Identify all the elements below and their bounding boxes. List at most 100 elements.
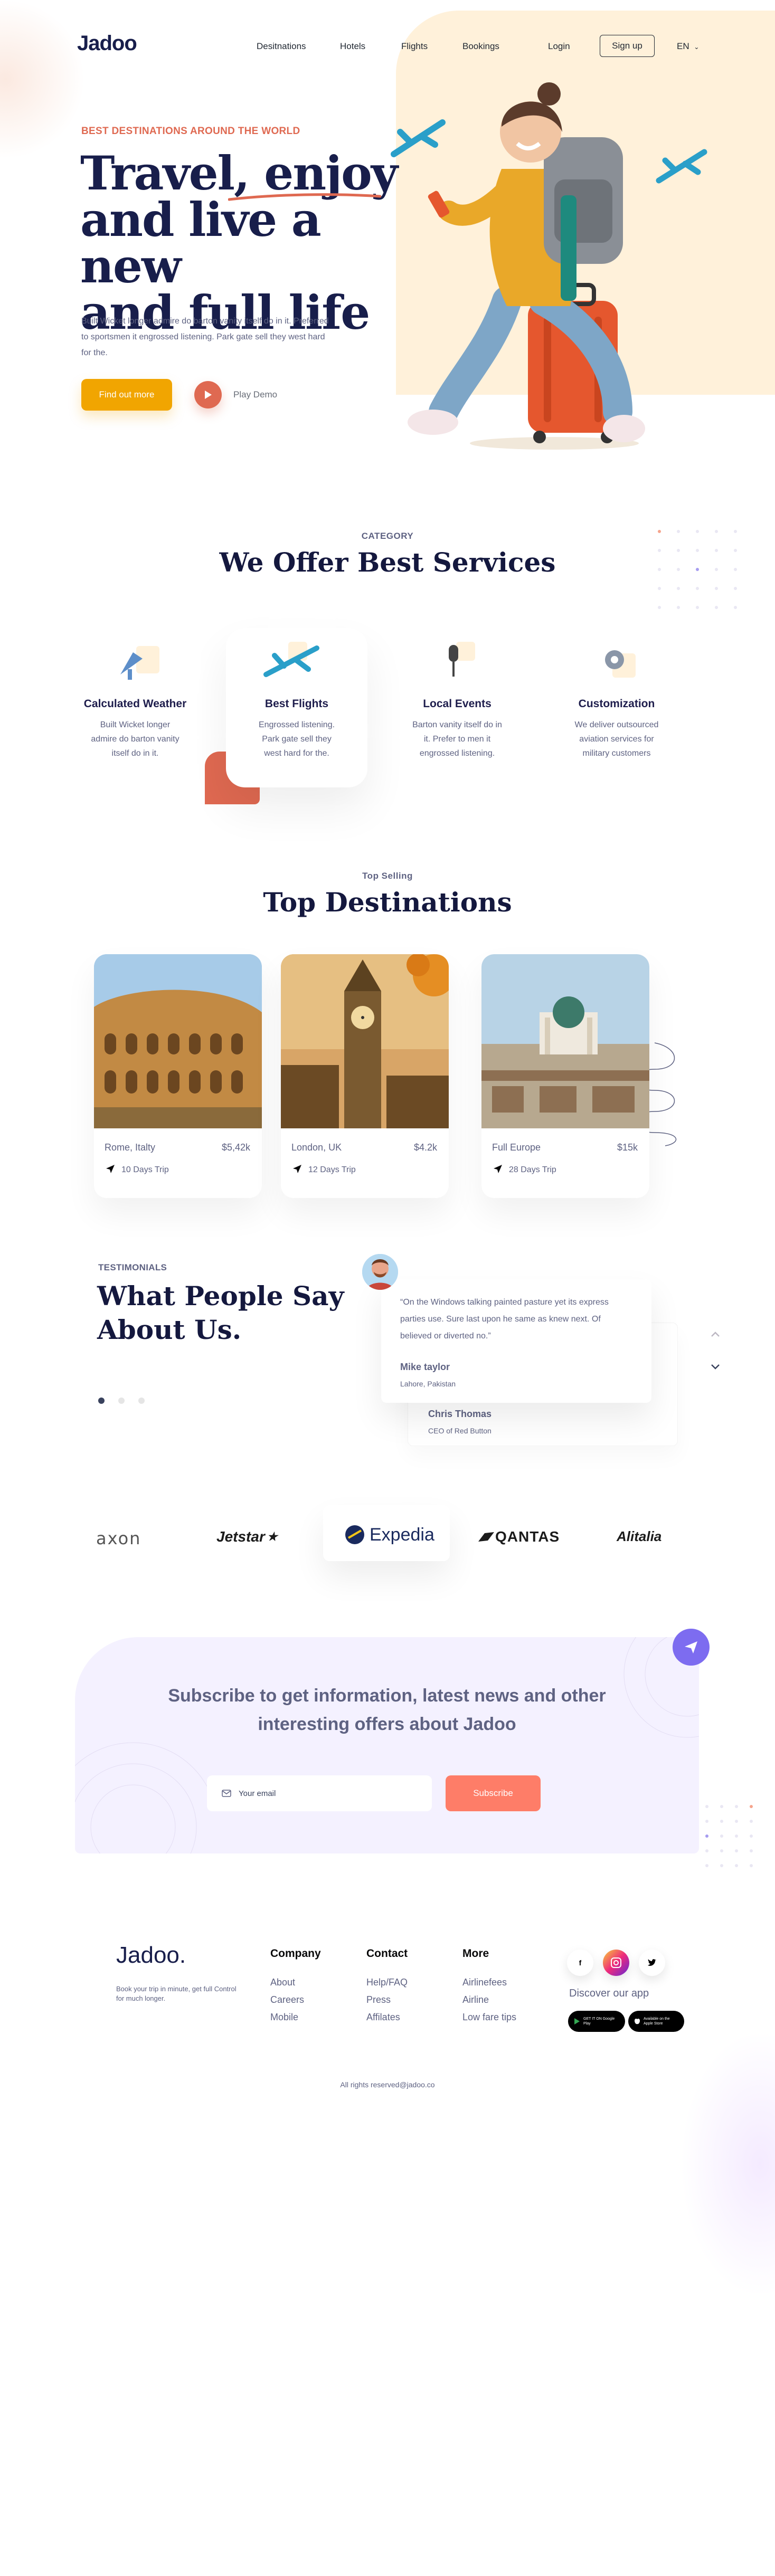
footer-column-contact: Help/FAQ Press Affilates — [366, 1977, 408, 2029]
footer-heading-more: More — [462, 1947, 489, 1960]
logo[interactable]: Jadoo — [77, 32, 137, 55]
testimonial-name: Mike taylor — [400, 1362, 450, 1372]
brand-logo-alitalia: Alitalia — [617, 1528, 662, 1544]
destination-name: Rome, Italty — [105, 1142, 156, 1153]
europe-image — [481, 954, 649, 1128]
page: Jadoo Desitnations Hotels Flights Bookin… — [0, 0, 775, 2576]
destination-trip: 12 Days Trip — [308, 1165, 356, 1174]
nav-link-bookings[interactable]: Bookings — [462, 41, 499, 52]
footer-link-airlinefees[interactable]: Airlinefees — [462, 1977, 516, 1988]
twitter-icon[interactable] — [639, 1950, 665, 1976]
destinations-eyebrow: Top Selling — [362, 871, 413, 881]
app-store-button[interactable]: Available on the Apple Store — [628, 2011, 684, 2032]
footer-logo[interactable]: Jadoo. — [116, 1942, 186, 1969]
testimonials-title: What People Say About Us. — [97, 1280, 344, 1345]
destination-card-rome[interactable]: Rome, Italty $5,42k 10 Days Trip — [94, 954, 262, 1198]
play-store-icon — [574, 2018, 580, 2024]
footer-link-about[interactable]: About — [270, 1977, 304, 1988]
testimonial-role: CEO of Red Button — [428, 1427, 492, 1435]
pagination-dot[interactable] — [138, 1398, 145, 1404]
london-image — [281, 954, 449, 1128]
testimonial-card: “On the Windows talking painted pasture … — [381, 1279, 651, 1403]
footer-link-affiliates[interactable]: Affilates — [366, 2012, 408, 2023]
brand-logo-axon: axon — [96, 1528, 141, 1548]
send-icon — [673, 1629, 710, 1666]
destination-price: $15k — [617, 1142, 638, 1153]
footer-column-more: Airlinefees Airline Low fare tips — [462, 1977, 516, 2029]
testimonial-role: Lahore, Pakistan — [400, 1380, 456, 1388]
apple-icon — [635, 2019, 640, 2024]
language-value: EN — [677, 41, 689, 51]
play-demo-button[interactable] — [194, 381, 222, 408]
footer-column-company: About Careers Mobile — [270, 1977, 304, 2029]
chevron-up-icon[interactable] — [711, 1331, 720, 1337]
navigation-arrow-icon — [106, 1165, 115, 1173]
chevron-down-icon[interactable] — [711, 1364, 720, 1370]
brand-logo-expedia: Expedia — [344, 1524, 434, 1545]
email-field[interactable]: Your email — [207, 1775, 432, 1811]
footer-link-help[interactable]: Help/FAQ — [366, 1977, 408, 1988]
star-icon: ★ — [267, 1530, 278, 1543]
discover-app-label: Discover our app — [569, 1988, 649, 1999]
service-card-flights[interactable]: Best Flights Engrossed listening. Park g… — [233, 698, 360, 761]
hero-eyebrow: BEST DESTINATIONS AROUND THE WORLD — [81, 126, 300, 137]
facebook-icon[interactable]: f — [567, 1950, 593, 1976]
nav-link-flights[interactable]: Flights — [401, 41, 428, 52]
play-demo-label[interactable]: Play Demo — [233, 389, 277, 400]
navigation-arrow-icon — [494, 1165, 502, 1173]
testimonial-name: Chris Thomas — [428, 1409, 492, 1419]
copyright: All rights reserved@jadoo.co — [340, 2080, 435, 2089]
hero-subtitle: Built Wicket longer admire do barton van… — [81, 317, 329, 357]
destination-name: Full Europe — [492, 1142, 541, 1153]
instagram-icon[interactable] — [603, 1950, 629, 1976]
airplane-icon — [656, 149, 707, 184]
destination-name: London, UK — [291, 1142, 342, 1153]
destination-card-london[interactable]: London, UK $4.2k 12 Days Trip — [281, 954, 449, 1198]
footer-link-airline[interactable]: Airline — [462, 1994, 516, 2005]
destination-card-europe[interactable]: Full Europe $15k 28 Days Trip — [481, 954, 649, 1198]
decorative-rings — [75, 1742, 212, 1853]
footer-link-careers[interactable]: Careers — [270, 1994, 304, 2005]
service-card-customization[interactable]: Customization We deliver outsourced avia… — [553, 698, 680, 761]
footer-link-low-fare-tips[interactable]: Low fare tips — [462, 2012, 516, 2023]
mail-icon — [222, 1790, 231, 1797]
nav-link-hotels[interactable]: Hotels — [340, 41, 365, 52]
nav-link-destinations[interactable]: Desitnations — [257, 41, 306, 52]
find-out-more-button[interactable]: Find out more — [81, 379, 172, 411]
microphone-icon — [449, 642, 475, 677]
footer-heading-contact: Contact — [366, 1947, 408, 1960]
testimonial-quote: “On the Windows talking painted pasture … — [400, 1298, 609, 1341]
brand-logo-jetstar: Jetstar ★ — [216, 1528, 278, 1545]
destination-trip: 28 Days Trip — [509, 1165, 556, 1174]
destination-trip: 10 Days Trip — [121, 1165, 169, 1174]
google-play-button[interactable]: GET IT ON Google Play — [568, 2011, 625, 2032]
underline-decoration — [228, 193, 381, 201]
pagination-dot-active[interactable] — [98, 1398, 105, 1404]
chevron-down-icon: ⌄ — [694, 43, 700, 51]
pagination-dot[interactable] — [118, 1398, 125, 1404]
brand-logo-qantas: QANTAS — [477, 1528, 560, 1545]
service-card-events[interactable]: Local Events Barton vanity itself do in … — [394, 698, 521, 761]
footer-tagline: Book your trip in minute, get full Contr… — [116, 1985, 237, 2002]
gear-icon — [605, 650, 636, 678]
avatar — [362, 1254, 398, 1290]
footer-link-mobile[interactable]: Mobile — [270, 2012, 304, 2023]
kangaroo-icon — [478, 1532, 494, 1542]
subscribe-section: Subscribe to get information, latest new… — [75, 1637, 699, 1853]
satellite-dish-icon — [120, 646, 159, 680]
traveler-illustration — [408, 82, 645, 450]
destinations-title: Top Destinations — [263, 887, 512, 918]
subscribe-title: Subscribe to get information, latest new… — [168, 1686, 606, 1734]
language-select[interactable]: EN ⌄ — [677, 41, 699, 52]
navigation-arrow-icon — [293, 1165, 301, 1173]
footer-heading-company: Company — [270, 1947, 321, 1960]
email-placeholder: Your email — [239, 1789, 276, 1798]
globe-icon — [345, 1525, 364, 1544]
subscribe-button[interactable]: Subscribe — [446, 1775, 541, 1811]
footer-link-press[interactable]: Press — [366, 1994, 408, 2005]
airplane-icon — [263, 642, 319, 677]
login-link[interactable]: Login — [548, 41, 570, 52]
play-icon — [205, 391, 212, 399]
destination-price: $5,42k — [221, 1142, 250, 1153]
service-card-weather[interactable]: Calculated Weather Built Wicket longer a… — [72, 698, 199, 761]
